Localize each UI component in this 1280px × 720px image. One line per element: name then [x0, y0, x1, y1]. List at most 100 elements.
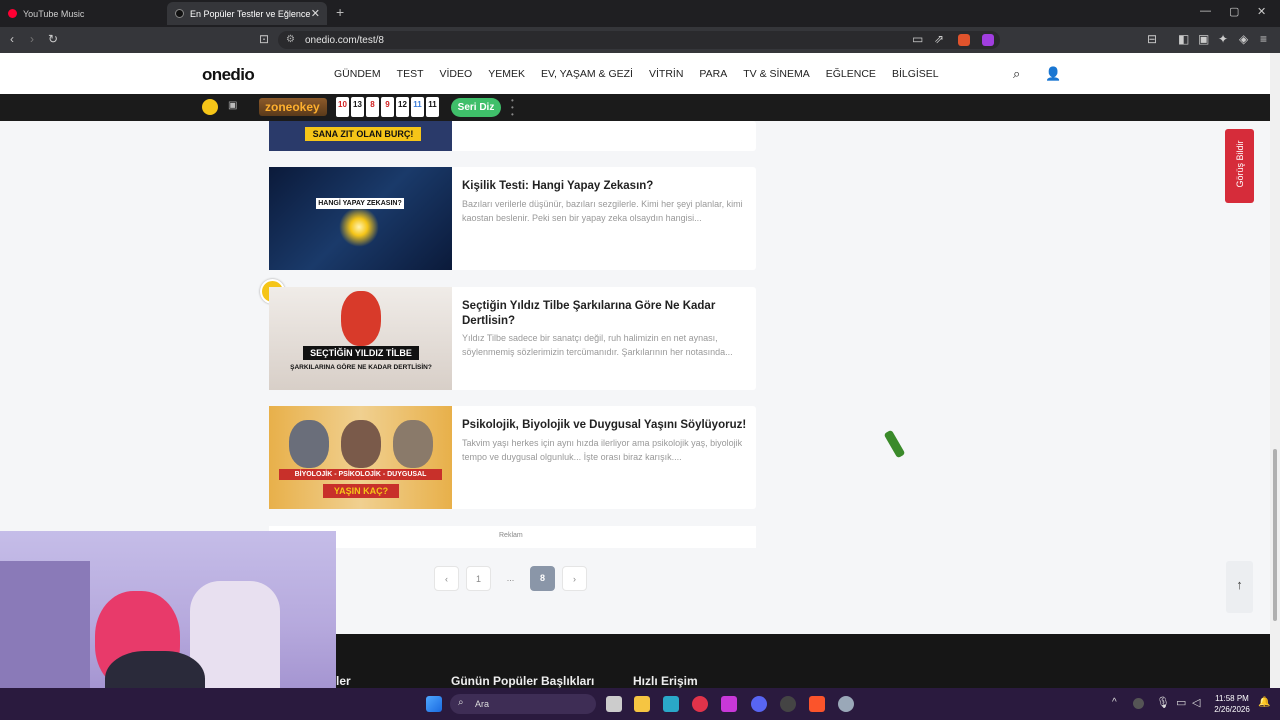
test-card[interactable]: SANA ZIT OLAN BURÇ! — [269, 121, 756, 151]
okey-tile: 12 — [396, 97, 409, 117]
search-icon[interactable]: ⌕ — [1013, 66, 1020, 82]
task-view-icon[interactable] — [606, 696, 622, 712]
tab-youtube-music[interactable]: YouTube Music — [0, 2, 165, 25]
footer-heading: ler — [336, 674, 351, 688]
page-scrollbar[interactable] — [1270, 53, 1280, 688]
okey-tile: 11 — [426, 97, 439, 117]
feedback-label: Görüş Bildir — [1235, 140, 1245, 188]
okey-tile: 11 — [411, 97, 424, 117]
file-explorer-icon[interactable] — [634, 696, 650, 712]
close-window-icon[interactable]: ✕ — [1257, 5, 1266, 18]
app-icon[interactable] — [721, 696, 737, 712]
search-icon: ⌕ — [458, 697, 464, 708]
test-card[interactable]: BİYOLOJİK - PSİKOLOJİK - DUYGUSAL YAŞIN … — [269, 406, 756, 509]
feedback-button[interactable]: Görüş Bildir — [1225, 129, 1254, 203]
brave-rewards-icon[interactable] — [982, 34, 994, 46]
store-icon[interactable] — [663, 696, 679, 712]
menu-item-ev-yasam[interactable]: EV, YAŞAM & GEZİ — [541, 68, 633, 80]
zone-okey-logo[interactable]: zoneokey — [259, 98, 327, 116]
thumbnail-sublabel: ŞARKILARINA GÖRE NE KADAR DERTLİSİN? — [290, 364, 432, 371]
menu-item-gundem[interactable]: GÜNDEM — [334, 68, 381, 80]
wallet-icon[interactable]: ▣ — [1198, 32, 1209, 46]
close-tab-icon[interactable]: ✕ — [311, 7, 320, 20]
glow-graphic — [339, 207, 379, 247]
youtube-music-icon — [8, 9, 17, 18]
brave-icon[interactable] — [809, 696, 825, 712]
card-title[interactable]: Kişilik Testi: Hangi Yapay Zekasın? — [462, 179, 747, 194]
card-description: Yıldız Tilbe sadece bir sanatçı değil, r… — [462, 333, 733, 357]
tray-icon[interactable] — [1133, 698, 1144, 709]
taskbar-search[interactable]: ⌕ Ara — [450, 694, 596, 714]
menu-item-video[interactable]: VİDEO — [440, 68, 473, 80]
obs-icon[interactable] — [780, 696, 796, 712]
seri-diz-button[interactable]: Seri Diz — [451, 98, 501, 117]
cast-icon[interactable]: ▭ — [912, 32, 923, 46]
address-bar[interactable]: ⚙ onedio.com/test/8 — [278, 31, 1000, 49]
site-logo[interactable]: onedio — [202, 65, 255, 85]
card-title[interactable]: Seçtiğin Yıldız Tilbe Şarkılarına Göre N… — [462, 299, 747, 329]
tab-label: En Popüler Testler ve Eğlenceli O — [190, 8, 310, 19]
game-promo-bar: ▣ zoneokey 10 13 8 9 12 11 11 Seri Diz •… — [0, 94, 1270, 121]
maximize-icon[interactable]: ▢ — [1229, 5, 1239, 18]
sidebar-icon[interactable]: ◧ — [1178, 32, 1189, 46]
menu-item-para[interactable]: PARA — [699, 68, 727, 80]
menu-item-tv-sinema[interactable]: TV & SİNEMA — [743, 68, 810, 80]
clock-date[interactable]: 2/26/2026 — [1210, 705, 1254, 714]
menu-item-test[interactable]: TEST — [397, 68, 424, 80]
discord-icon[interactable] — [751, 696, 767, 712]
current-page-button[interactable]: 8 — [530, 566, 555, 591]
brave-shields-icon[interactable] — [958, 34, 970, 46]
pagination-ellipsis: ... — [506, 573, 515, 583]
microphone-icon[interactable]: 🎙 — [1156, 696, 1170, 709]
browser-toolbar: ‹ › ↻ ⊡ ⚙ onedio.com/test/8 ▭ ⇗ ⊟ ◧ ▣ ✦ … — [0, 27, 1280, 53]
scrollbar-thumb[interactable] — [1273, 449, 1277, 621]
more-dots-icon[interactable]: • • • — [511, 97, 514, 119]
network-icon[interactable]: ▭ — [1176, 696, 1186, 709]
thumbnail-label: SEÇTİĞİN YILDIZ TİLBE — [303, 346, 419, 360]
taskbar-search-placeholder: Ara — [475, 699, 490, 709]
controller-icon[interactable]: ▣ — [228, 100, 237, 111]
tab-onedio[interactable]: En Popüler Testler ve Eğlenceli O ✕ — [167, 2, 327, 25]
menu-item-yemek[interactable]: YEMEK — [488, 68, 525, 80]
opera-icon[interactable] — [692, 696, 708, 712]
card-thumbnail: HANGİ YAPAY ZEKASIN? — [269, 167, 452, 270]
prev-page-button[interactable]: ‹ — [434, 566, 459, 591]
user-icon[interactable]: 👤 — [1045, 66, 1061, 82]
volume-icon[interactable]: ◁ — [1192, 696, 1200, 709]
menu-icon[interactable]: ≡ — [1260, 32, 1267, 46]
site-header: onedio GÜNDEM TEST VİDEO YEMEK EV, YAŞAM… — [0, 53, 1270, 94]
page-1-button[interactable]: 1 — [466, 566, 491, 591]
card-description: Takvim yaşı herkes için aynı hızda ilerl… — [462, 438, 743, 462]
site-info-icon[interactable]: ⚙ — [286, 34, 295, 45]
test-card[interactable]: SEÇTİĞİN YILDIZ TİLBE ŞARKILARINA GÖRE N… — [269, 287, 756, 390]
notification-icon[interactable]: 🔔 — [1258, 697, 1270, 708]
chevron-up-icon[interactable]: ^ — [1112, 697, 1117, 708]
okey-tile: 8 — [366, 97, 379, 117]
leo-ai-icon[interactable]: ✦ — [1218, 32, 1228, 46]
tab-search-icon[interactable]: ⊟ — [1147, 32, 1157, 46]
bookmark-icon[interactable]: ⊡ — [259, 32, 269, 46]
settings-icon[interactable] — [838, 696, 854, 712]
menu-item-vitrin[interactable]: VİTRİN — [649, 68, 683, 80]
card-title[interactable]: Psikolojik, Biyolojik ve Duygusal Yaşını… — [462, 418, 747, 433]
windows-taskbar: ⌕ Ara ^ 🎙 ▭ ◁ 11:58 PM 2/26/2026 🔔 — [0, 688, 1280, 720]
back-to-top-button[interactable]: ↑ — [1226, 561, 1253, 613]
new-tab-button[interactable]: + — [336, 4, 344, 20]
menu-item-bilgisel[interactable]: BİLGİSEL — [892, 68, 939, 80]
emoji-icon[interactable] — [202, 99, 218, 115]
test-card[interactable]: HANGİ YAPAY ZEKASIN? Kişilik Testi: Hang… — [269, 167, 756, 270]
vpn-icon[interactable]: ◈ — [1239, 32, 1248, 46]
minimize-icon[interactable]: — — [1200, 5, 1211, 17]
thumbnail-label: HANGİ YAPAY ZEKASIN? — [316, 198, 404, 209]
menu-item-eglence[interactable]: EĞLENCE — [826, 68, 876, 80]
footer-heading: Günün Popüler Başlıkları — [451, 674, 595, 688]
clock-time[interactable]: 11:58 PM — [1212, 694, 1252, 703]
thumbnail-sublabel: YAŞIN KAÇ? — [323, 484, 399, 498]
back-icon[interactable]: ‹ — [10, 32, 14, 46]
reload-icon[interactable]: ↻ — [48, 32, 58, 46]
forward-icon[interactable]: › — [30, 32, 34, 46]
browser-tab-strip: YouTube Music En Popüler Testler ve Eğle… — [0, 0, 1280, 27]
start-icon[interactable] — [426, 696, 442, 712]
share-icon[interactable]: ⇗ — [934, 32, 944, 46]
next-page-button[interactable]: › — [562, 566, 587, 591]
